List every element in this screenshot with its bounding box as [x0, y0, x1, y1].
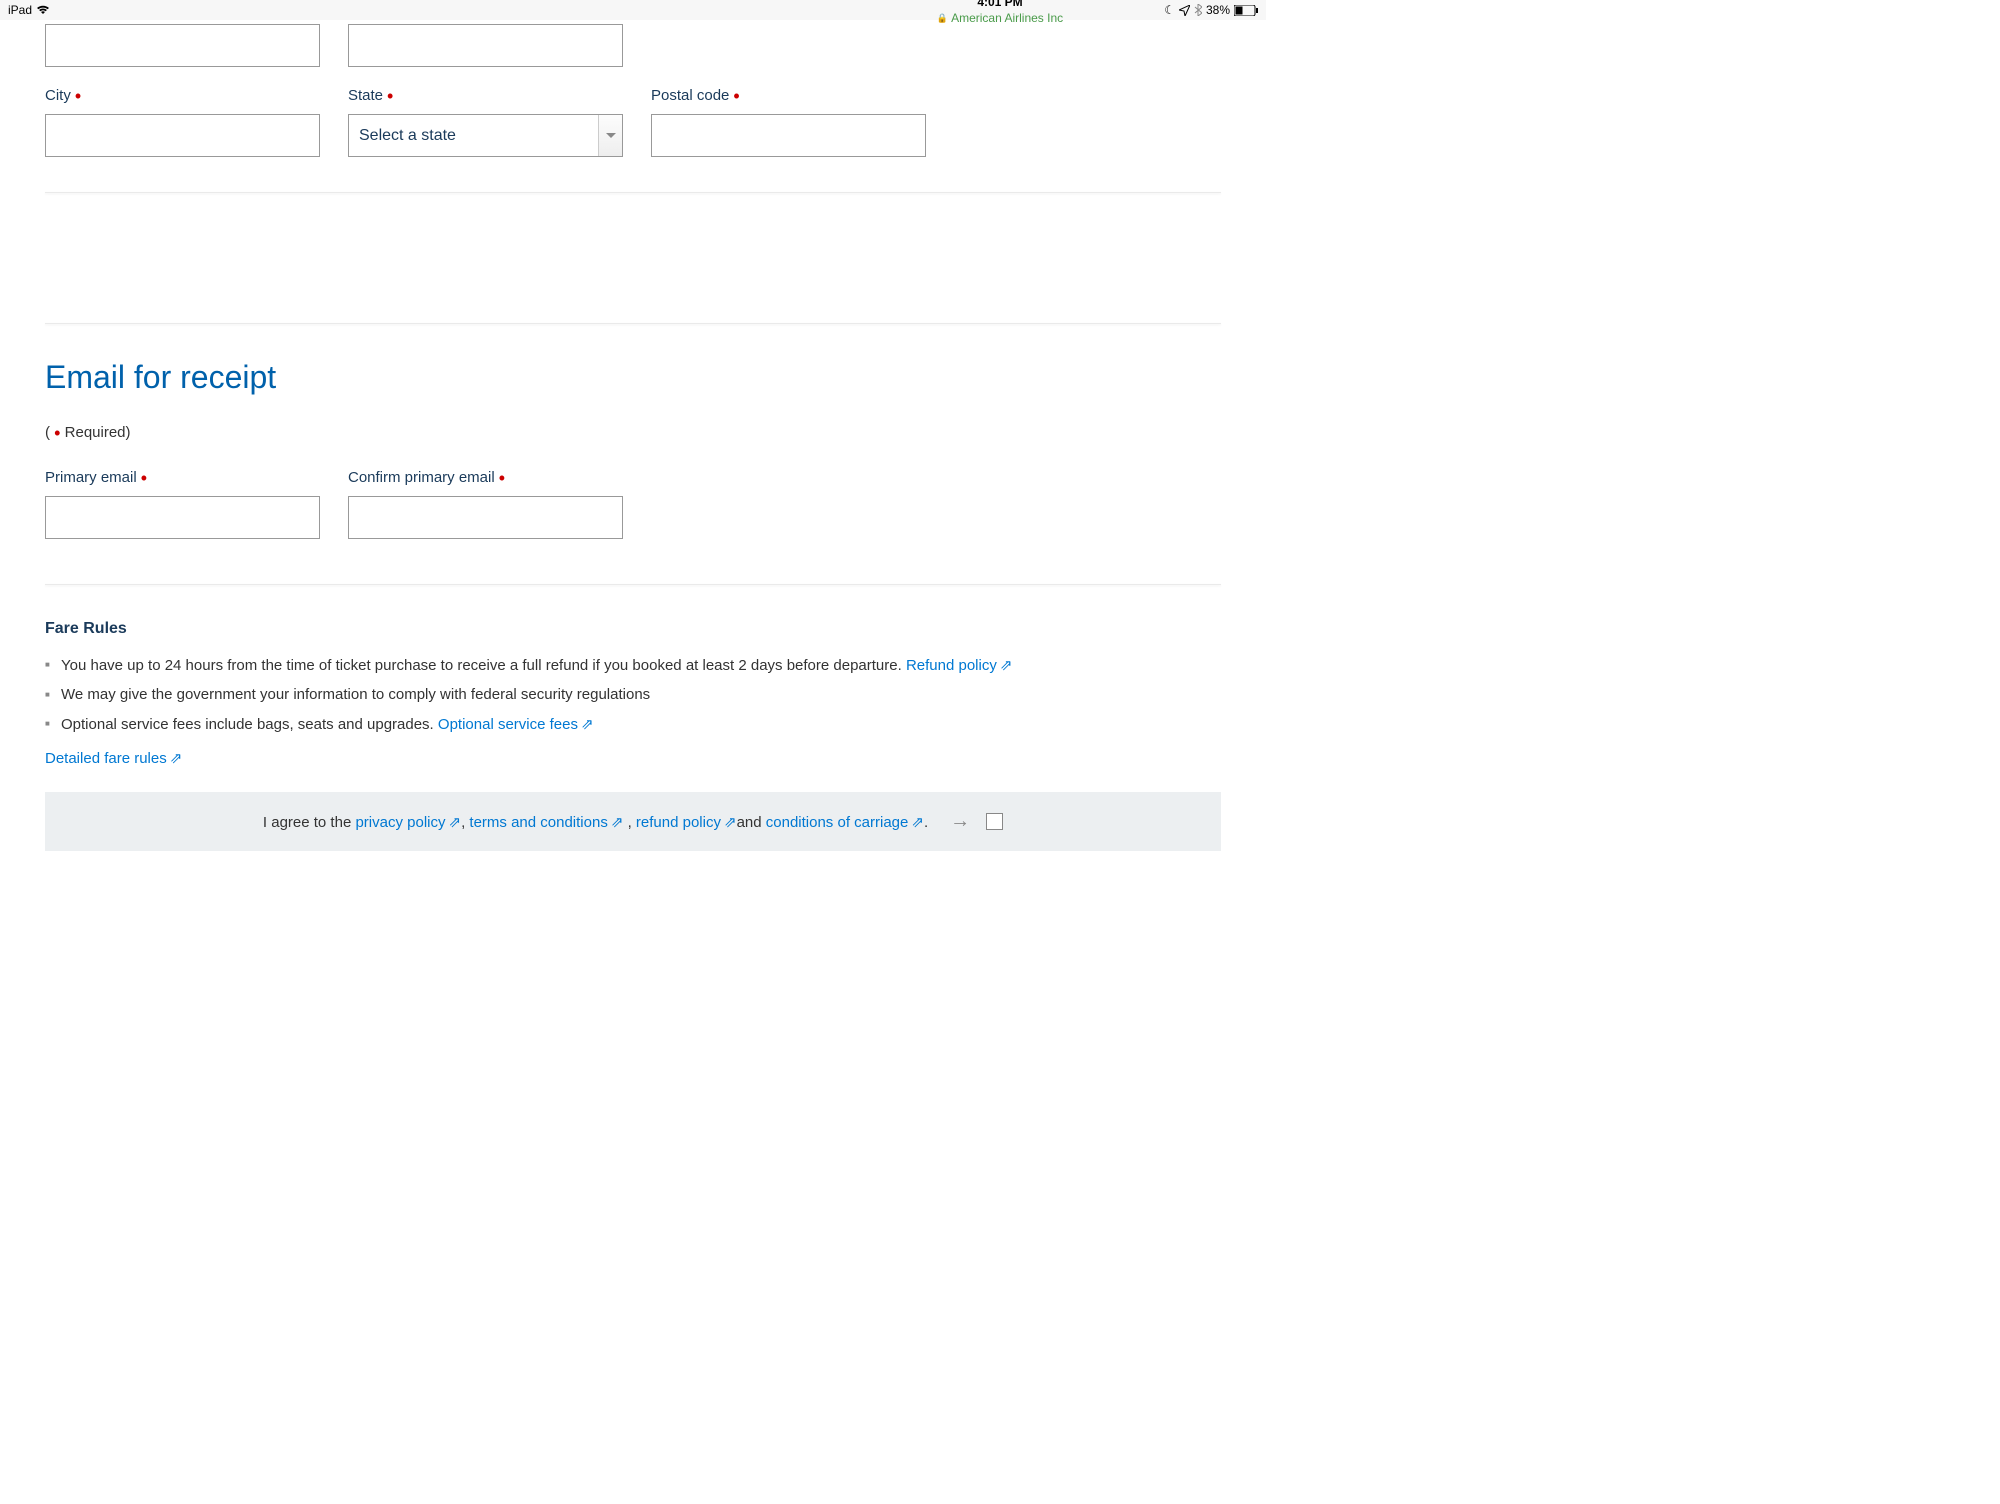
- optional-fees-link[interactable]: Optional service fees⇗: [438, 716, 594, 733]
- do-not-disturb-icon: ☾: [1164, 3, 1175, 17]
- external-link-icon: ⇗: [581, 715, 594, 733]
- fare-rules-list: You have up to 24 hours from the time of…: [45, 656, 1221, 733]
- lock-icon: 🔒: [937, 14, 948, 23]
- primary-email-label: Primary email•: [45, 469, 320, 486]
- primary-email-input[interactable]: [45, 496, 320, 539]
- required-note: ( • Required): [45, 424, 1221, 441]
- fare-rule-item: You have up to 24 hours from the time of…: [45, 656, 1221, 674]
- privacy-policy-link[interactable]: privacy policy⇗: [355, 814, 461, 831]
- fare-rule-item: We may give the government your informat…: [45, 686, 1221, 703]
- fare-rule-item: Optional service fees include bags, seat…: [45, 715, 1221, 733]
- required-dot: •: [141, 468, 147, 488]
- agree-checkbox[interactable]: [986, 813, 1003, 830]
- battery-icon: [1234, 5, 1258, 16]
- address-line2-input[interactable]: [348, 24, 623, 67]
- fare-rules-heading: Fare Rules: [45, 620, 1221, 638]
- device-label: iPad: [8, 3, 32, 17]
- location-icon: [1179, 5, 1190, 16]
- required-dot: •: [733, 86, 739, 106]
- confirm-email-label: Confirm primary email•: [348, 469, 623, 486]
- detailed-fare-rules-link[interactable]: Detailed fare rules⇗: [45, 749, 182, 767]
- required-dot: •: [75, 86, 81, 106]
- required-dot: •: [499, 468, 505, 488]
- city-label: City•: [45, 87, 320, 104]
- conditions-carriage-link[interactable]: conditions of carriage⇗: [766, 814, 924, 831]
- address-line1-input[interactable]: [45, 24, 320, 67]
- section-divider: [45, 584, 1221, 585]
- ios-status-bar: iPad 4:01 PM 🔒American Airlines Inc ☾ 38…: [0, 0, 1266, 20]
- email-section-title: Email for receipt: [45, 359, 1221, 396]
- external-link-icon: ⇗: [724, 813, 737, 831]
- state-label: State•: [348, 87, 623, 104]
- postal-input[interactable]: [651, 114, 926, 157]
- city-input[interactable]: [45, 114, 320, 157]
- external-link-icon: ⇗: [449, 813, 462, 831]
- status-time: 4:01 PM: [977, 0, 1022, 8]
- external-link-icon: ⇗: [1000, 656, 1013, 674]
- required-dot: •: [387, 86, 393, 106]
- wifi-icon: [36, 5, 50, 15]
- confirm-email-input[interactable]: [348, 496, 623, 539]
- terms-link[interactable]: terms and conditions⇗: [469, 814, 623, 831]
- external-link-icon: ⇗: [911, 813, 924, 831]
- status-site: 🔒American Airlines Inc: [937, 12, 1063, 24]
- external-link-icon: ⇗: [170, 749, 183, 767]
- external-link-icon: ⇗: [611, 813, 624, 831]
- refund-policy-link2[interactable]: refund policy⇗: [636, 814, 737, 831]
- state-select[interactable]: Select a state: [348, 114, 623, 157]
- section-divider: [45, 323, 1221, 324]
- refund-policy-link[interactable]: Refund policy⇗: [906, 657, 1012, 674]
- bluetooth-icon: [1194, 4, 1202, 16]
- section-divider: [45, 192, 1221, 193]
- postal-label: Postal code•: [651, 87, 926, 104]
- arrow-right-icon: →: [950, 810, 970, 833]
- agreement-box: I agree to the privacy policy⇗, terms an…: [45, 792, 1221, 851]
- battery-percent: 38%: [1206, 3, 1230, 17]
